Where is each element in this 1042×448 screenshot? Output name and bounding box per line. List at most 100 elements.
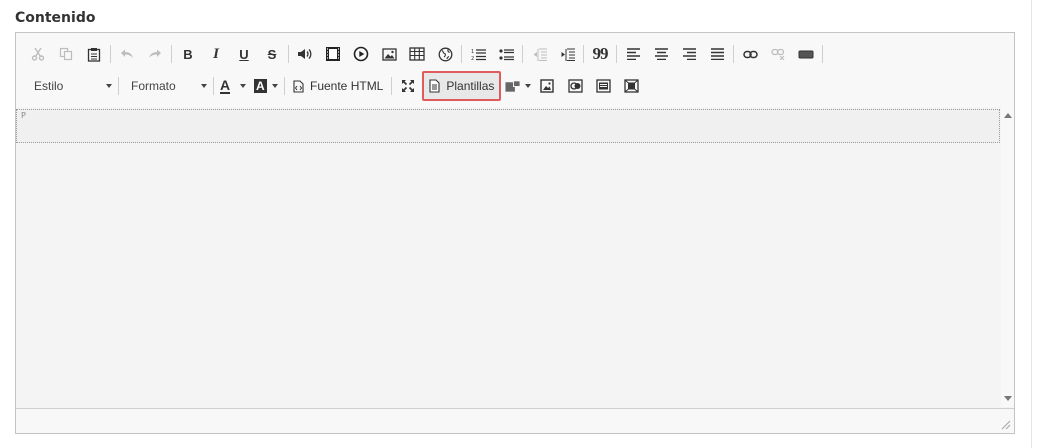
source-code-icon — [293, 79, 304, 93]
frame-icon — [624, 79, 639, 93]
outdent-button[interactable] — [525, 42, 553, 66]
align-right-button[interactable] — [675, 42, 703, 66]
editor-scrollbar[interactable] — [1001, 107, 1014, 407]
blockquote-button[interactable]: 99 — [586, 42, 614, 66]
source-html-button[interactable]: Fuente HTML — [287, 74, 389, 98]
horizontal-rule-icon — [798, 50, 814, 58]
embed-block-icon — [596, 79, 611, 93]
copy-icon — [59, 47, 73, 61]
paste-icon — [87, 47, 101, 62]
align-center-button[interactable] — [647, 42, 675, 66]
media-embed-button[interactable] — [347, 42, 375, 66]
embed-widget-button[interactable] — [589, 74, 617, 98]
rich-text-editor: B I U S 1 2 99 Estilo Formato A A Fuente… — [15, 32, 1015, 434]
toolbar-separator — [110, 45, 111, 63]
resize-handle-icon[interactable] — [999, 418, 1011, 430]
blockquote-icon: 99 — [592, 44, 609, 63]
italic-button[interactable]: I — [202, 42, 230, 66]
text-color-button[interactable]: A — [216, 74, 250, 98]
text-color-icon: A — [220, 76, 231, 94]
chevron-down-icon — [272, 84, 278, 88]
underline-icon: U — [239, 46, 249, 62]
outdent-icon — [533, 47, 547, 61]
style-dropdown[interactable]: Estilo — [24, 74, 116, 98]
templates-label: Plantillas — [446, 79, 495, 93]
toolbar-separator — [171, 45, 172, 63]
toolbar-separator — [822, 45, 823, 63]
source-html-label: Fuente HTML — [310, 79, 384, 93]
layout-dropdown-button[interactable] — [501, 74, 533, 98]
template-document-icon — [429, 79, 440, 93]
chevron-down-icon — [240, 84, 246, 88]
background-color-button[interactable]: A — [250, 74, 282, 98]
maximize-button[interactable] — [394, 74, 422, 98]
scroll-down-arrow-icon[interactable] — [1004, 396, 1012, 401]
table-button[interactable] — [403, 42, 431, 66]
toolbar-row-1: B I U S 1 2 99 — [24, 41, 825, 67]
bulleted-list-button[interactable] — [492, 42, 520, 66]
toolbar-separator — [583, 45, 584, 63]
table-icon — [409, 47, 425, 61]
align-left-icon — [626, 48, 640, 60]
bold-icon: B — [183, 46, 193, 62]
redo-button[interactable] — [141, 42, 169, 66]
italic-icon: I — [213, 45, 219, 62]
format-dropdown[interactable]: Formato — [121, 74, 211, 98]
style-dropdown-label: Estilo — [34, 79, 64, 93]
toolbar-separator — [616, 45, 617, 63]
numbered-list-button[interactable]: 12 — [464, 42, 492, 66]
toolbar-separator — [733, 45, 734, 63]
page-right-border — [1031, 0, 1032, 448]
scroll-up-arrow-icon[interactable] — [1004, 113, 1012, 118]
align-justify-button[interactable] — [703, 42, 731, 66]
video-button[interactable] — [319, 42, 347, 66]
toolbar-separator — [391, 77, 393, 95]
background-color-icon: A — [254, 79, 267, 93]
iframe-button[interactable] — [431, 42, 459, 66]
audio-icon — [298, 49, 312, 59]
unlink-icon — [770, 48, 784, 60]
cut-button[interactable] — [24, 42, 52, 66]
strikethrough-icon: S — [267, 46, 277, 62]
align-center-icon — [654, 48, 668, 60]
link-icon — [742, 50, 758, 58]
cut-icon — [31, 47, 45, 61]
svg-text:1: 1 — [471, 49, 474, 55]
toolbar-separator — [288, 45, 289, 63]
templates-button[interactable]: Plantillas — [422, 71, 502, 101]
image-button[interactable] — [375, 42, 403, 66]
field-label: Contenido — [15, 10, 96, 26]
paragraph-block[interactable]: P — [16, 109, 1000, 143]
bold-button[interactable]: B — [174, 42, 202, 66]
chevron-down-icon — [525, 84, 532, 88]
indent-icon — [561, 47, 575, 61]
audio-button[interactable] — [291, 42, 319, 66]
toolbar-separator — [284, 77, 285, 95]
frame-widget-button[interactable] — [617, 74, 645, 98]
undo-button[interactable] — [113, 42, 141, 66]
media-play-icon — [353, 46, 369, 62]
indent-button[interactable] — [553, 42, 581, 66]
underline-button[interactable]: U — [230, 42, 258, 66]
image-icon — [381, 47, 397, 61]
image-frame-icon — [540, 79, 555, 93]
gallery-widget-button[interactable] — [561, 74, 589, 98]
toolbar-separator — [522, 45, 523, 63]
video-icon — [326, 47, 340, 61]
link-button[interactable] — [736, 42, 764, 66]
editor-statusbar — [16, 408, 1014, 433]
undo-icon — [121, 49, 133, 58]
copy-button[interactable] — [52, 42, 80, 66]
strikethrough-button[interactable]: S — [258, 42, 286, 66]
horizontal-rule-button[interactable] — [792, 42, 820, 66]
image-widget-button[interactable] — [533, 74, 561, 98]
editor-content-area[interactable]: P — [16, 107, 1001, 407]
redo-icon — [149, 49, 161, 58]
toolbar-row-2: Estilo Formato A A Fuente HTML Plantilla… — [24, 71, 645, 101]
paste-button[interactable] — [80, 42, 108, 66]
unlink-button[interactable] — [764, 42, 792, 66]
ordered-list-icon: 12 — [471, 49, 486, 61]
align-left-button[interactable] — [619, 42, 647, 66]
format-dropdown-label: Formato — [131, 79, 176, 93]
maximize-icon — [402, 80, 415, 92]
